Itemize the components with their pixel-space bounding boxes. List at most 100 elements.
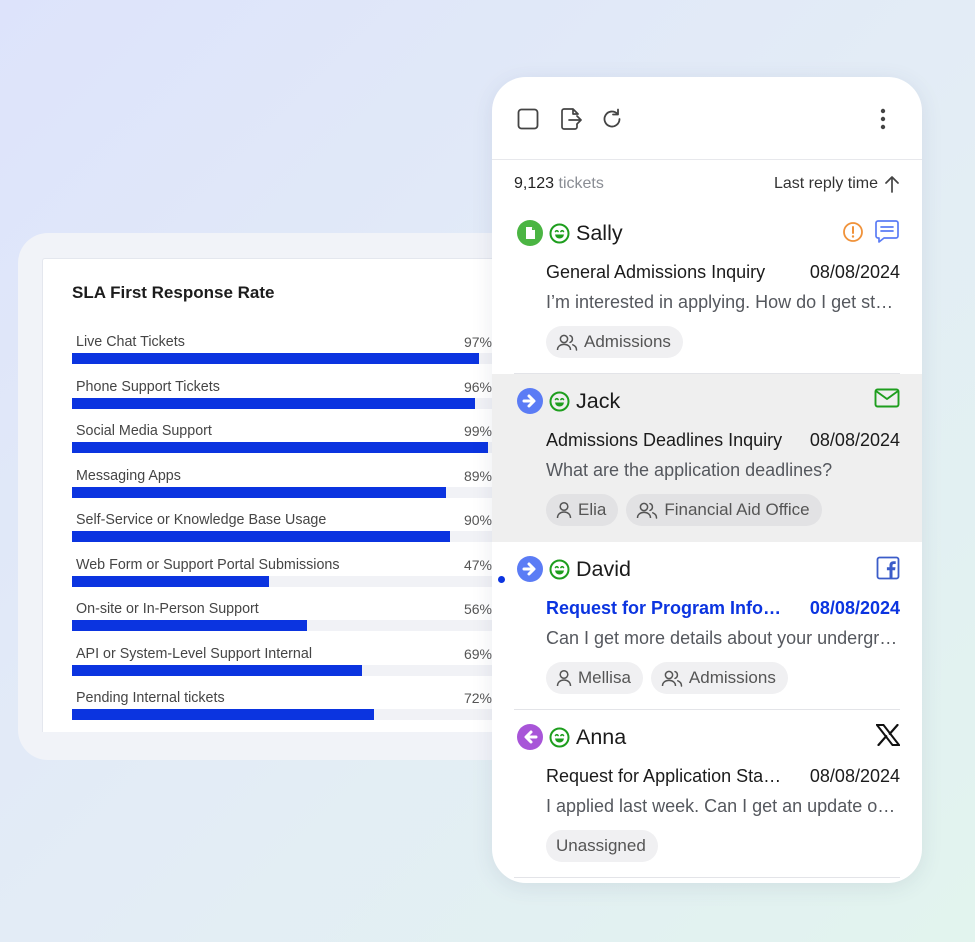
sla-row-percent: 97%: [463, 334, 492, 350]
ticket-header: Anna: [517, 724, 626, 750]
arrow-left-icon: [517, 724, 543, 750]
sla-row-label: On-site or In-Person Support: [76, 601, 259, 617]
happy-face-icon: [549, 727, 570, 748]
checkbox-icon[interactable]: [516, 107, 540, 131]
unassigned-tag[interactable]: Unassigned: [546, 830, 658, 862]
toolbar: [492, 77, 922, 160]
tickets-panel: 9,123 tickets Last reply time Sally Gene…: [492, 77, 922, 883]
ticket-header: Jack: [517, 388, 620, 414]
sla-row: Social Media Support 99%: [72, 420, 492, 465]
sla-row: Pending Internal tickets 72%: [72, 687, 492, 732]
list-header: 9,123 tickets Last reply time: [492, 160, 922, 206]
ticket-preview: I applied last week. Can I get an update…: [546, 796, 902, 816]
ticket-date: 08/08/2024: [809, 262, 900, 282]
team-tag[interactable]: Admissions: [546, 326, 683, 358]
sla-row-label: Social Media Support: [76, 423, 212, 439]
ticket-preview: I’m interested in applying. How do I get…: [546, 292, 902, 312]
team-tag[interactable]: Admissions: [650, 662, 788, 694]
sla-rows: Live Chat Tickets 97% Phone Support Ticket…: [72, 331, 492, 732]
ticket-date: 08/08/2024: [809, 766, 900, 786]
ticket-tags: Admissions: [546, 326, 683, 358]
sla-row: Live Chat Tickets 97%: [72, 331, 492, 376]
ticket-tags: Unassigned: [546, 830, 658, 862]
sla-row-percent: 69%: [463, 645, 492, 662]
sla-bar-track: [72, 531, 492, 542]
sla-bar-track: [72, 486, 492, 498]
team-tag[interactable]: Financial Aid Office: [626, 494, 822, 526]
unread-dot: [498, 576, 505, 583]
ticket-subject: Request for Application Status: [546, 766, 786, 786]
group-icon: [661, 669, 683, 687]
sla-first-response-card: SLA First Response Rate Live Chat Ticket…: [42, 258, 512, 732]
ticket-indicators: [874, 388, 900, 408]
happy-face-icon: [549, 559, 570, 580]
sla-row-percent: 47%: [463, 556, 492, 573]
sla-title: SLA First Response Rate: [72, 283, 275, 302]
ticket-count-label: tickets: [558, 175, 604, 192]
ticket-indicators: [876, 556, 900, 580]
person-icon: [556, 669, 572, 687]
tag-label: Unassigned: [556, 836, 646, 855]
ticket-tags: Elia Financial Aid Office: [546, 494, 822, 526]
new-document-icon: [517, 220, 543, 246]
arrow-up-icon: [884, 175, 900, 193]
customer-name: Sally: [576, 220, 623, 245]
sort-control[interactable]: Last reply time: [774, 175, 900, 193]
ticket-row-selected[interactable]: Jack Admissions Deadlines Inquiry 08/08/…: [492, 374, 922, 542]
sla-row: Self-Service or Knowledge Base Usage 90%: [72, 509, 492, 554]
tag-label: Mellisa: [578, 668, 631, 687]
sla-row: On-site or In-Person Support 56%: [72, 598, 492, 643]
ticket-subject: Request for Program Information: [546, 598, 786, 618]
ticket-preview: Can I get more details about your underg…: [546, 628, 902, 648]
tag-label: Elia: [578, 500, 607, 519]
ticket-subject: General Admissions Inquiry: [546, 262, 766, 282]
happy-face-icon: [549, 391, 570, 412]
ticket-row[interactable]: Sally General Admissions Inquiry 08/08/2…: [492, 206, 922, 374]
email-icon: [874, 388, 900, 408]
sla-bar-fill: [72, 486, 446, 498]
ticket-date: 08/08/2024: [809, 430, 900, 450]
divider: [514, 877, 900, 878]
sla-row-percent: 99%: [463, 423, 492, 439]
sla-row-percent: 56%: [463, 601, 492, 617]
sla-bar-track: [72, 442, 492, 453]
customer-name: David: [576, 556, 631, 581]
facebook-icon: [876, 556, 900, 580]
sla-row-percent: 90%: [463, 512, 492, 528]
sla-row-label: Pending Internal tickets: [76, 690, 225, 706]
sla-row: Web Form or Support Portal Submissions 47…: [72, 554, 492, 599]
sla-row-label: Web Form or Support Portal Submissions: [76, 556, 340, 573]
ticket-row[interactable]: Anna Request for Application Status 08/0…: [492, 710, 922, 878]
sla-row-label: Phone Support Tickets: [76, 378, 220, 395]
sla-bar-fill: [72, 664, 362, 676]
sla-bar-track: [72, 664, 492, 676]
sla-row-percent: 72%: [463, 690, 492, 706]
group-icon: [556, 333, 578, 351]
sla-bar-fill: [72, 620, 308, 631]
tag-label: Financial Aid Office: [664, 500, 810, 519]
sla-row-label: Self-Service or Knowledge Base Usage: [76, 512, 327, 528]
ticket-row-unread[interactable]: David Request for Program Information 08…: [492, 542, 922, 710]
sla-row-label: API or System-Level Support Internal: [76, 645, 313, 662]
ticket-count-number: 9,123: [514, 175, 555, 192]
group-icon: [636, 501, 658, 519]
alert-icon: [842, 221, 864, 243]
tag-label: Admissions: [688, 668, 776, 687]
sla-row: Phone Support Tickets 96%: [72, 376, 492, 421]
more-vertical-icon[interactable]: [871, 107, 895, 131]
ticket-tags: Mellisa Admissions: [546, 662, 788, 694]
x-icon: [876, 724, 900, 746]
sla-bar-track: [72, 397, 492, 409]
assignee-tag[interactable]: Elia: [546, 494, 619, 526]
sla-row-label: Live Chat Tickets: [76, 334, 185, 350]
ticket-header: Sally: [517, 220, 623, 246]
sla-bar-fill: [72, 353, 480, 364]
sla-bar-track: [72, 575, 492, 587]
sla-row-percent: 96%: [463, 378, 492, 395]
sla-bar-fill: [72, 531, 450, 542]
sla-bar-fill: [72, 575, 270, 587]
refresh-icon[interactable]: [600, 107, 624, 131]
sla-row-label: Messaging Apps: [76, 467, 181, 484]
export-icon[interactable]: [559, 107, 583, 131]
assignee-tag[interactable]: Mellisa: [546, 662, 643, 694]
